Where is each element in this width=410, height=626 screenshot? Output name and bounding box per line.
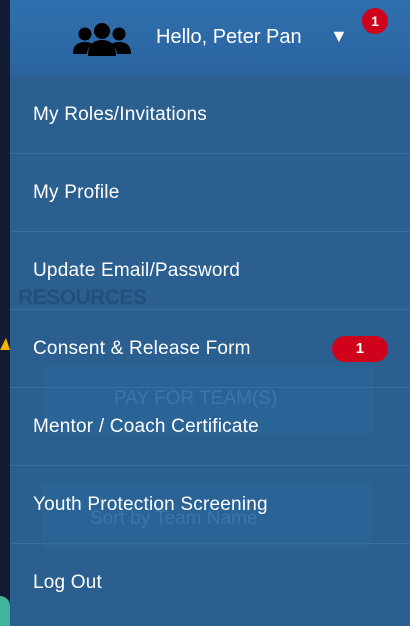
warning-icon [0,338,10,350]
background-decoration [0,596,10,626]
notification-badge: 1 [362,8,388,34]
menu-item-label: Consent & Release Form [33,337,251,359]
menu-item-profile[interactable]: My Profile [10,154,410,232]
users-icon [73,23,131,56]
menu-item-label: My Roles/Invitations [33,103,208,125]
menu-item-logout[interactable]: Log Out [10,544,410,622]
menu-item-label: Log Out [33,572,103,593]
menu-item-label: Mentor / Coach Certificate [33,415,259,437]
consent-count-badge: 1 [332,336,388,362]
menu-item-coach-certificate[interactable]: Mentor / Coach Certificate [10,388,410,466]
page-background-strip [0,0,10,626]
user-greeting[interactable]: Hello, Peter Pan [156,26,302,49]
menu-item-label: Youth Protection Screening [33,493,268,515]
chevron-down-icon[interactable]: ▼ [330,26,348,47]
menu-item-roles-invitations[interactable]: My Roles/Invitations [10,76,410,154]
user-dropdown-menu: RESOURCES PAY FOR TEAM(S) Sort by Team N… [10,76,410,626]
menu-item-consent-release[interactable]: Consent & Release Form 1 [10,310,410,388]
menu-item-youth-protection[interactable]: Youth Protection Screening [10,466,410,544]
menu-item-label: My Profile [33,181,120,203]
menu-item-update-email-password[interactable]: Update Email/Password [10,232,410,310]
menu-item-label: Update Email/Password [33,259,240,281]
user-menu-header[interactable]: Hello, Peter Pan ▼ 1 [10,0,410,76]
